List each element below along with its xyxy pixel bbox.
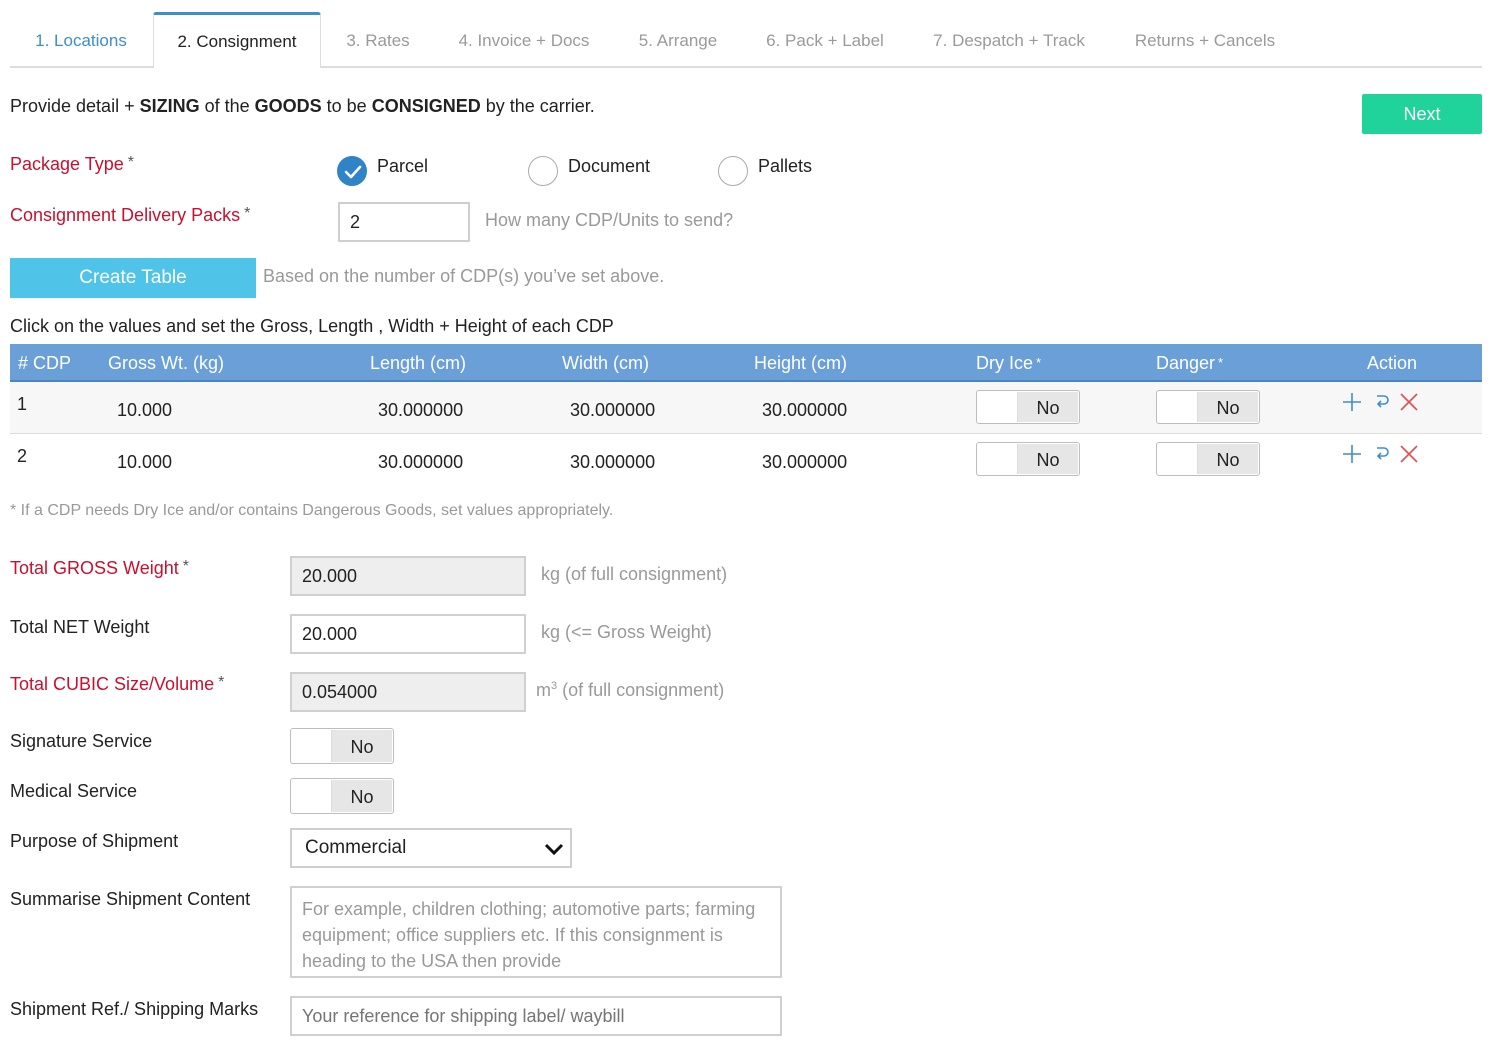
intro-text: Provide detail + SIZING of the GOODS to …	[10, 96, 595, 116]
cdp-number: 1	[17, 394, 28, 414]
next-button[interactable]: Next	[1362, 94, 1482, 134]
shipment-ref-label: Shipment Ref./ Shipping Marks	[10, 999, 259, 1019]
tab-locations[interactable]: 1. Locations	[10, 14, 152, 68]
toggle-value: No	[1198, 444, 1258, 474]
tab-despatch-track[interactable]: 7. Despatch + Track	[908, 14, 1110, 68]
toggle-value: No	[1198, 392, 1258, 422]
chevron-down-icon	[544, 843, 564, 856]
total-net-input[interactable]	[290, 614, 526, 654]
radio-parcel[interactable]	[337, 156, 367, 186]
cdp-label: Consignment Delivery Packs *	[10, 205, 251, 225]
gross-cell[interactable]: 10.000	[117, 400, 172, 421]
tab-arrange[interactable]: 5. Arrange	[614, 14, 742, 68]
cdp-hint: How many CDP/Units to send?	[485, 210, 734, 230]
col-width: Width (cm)	[562, 353, 649, 373]
toggle-value: No	[332, 730, 392, 762]
check-icon	[344, 165, 362, 179]
table-note: * If a CDP needs Dry Ice and/or contains…	[10, 502, 614, 519]
toggle-value: No	[1018, 392, 1078, 422]
purpose-label: Purpose of Shipment	[10, 831, 179, 851]
radio-parcel-label: Parcel	[377, 156, 429, 176]
height-cell[interactable]: 30.000000	[762, 452, 847, 473]
toggle-knob	[978, 444, 1018, 474]
col-danger: Danger *	[1156, 353, 1224, 373]
col-dry-ice: Dry Ice *	[976, 353, 1042, 373]
create-table-button[interactable]: Create Table	[10, 258, 256, 298]
toggle-value: No	[332, 780, 392, 812]
width-cell[interactable]: 30.000000	[570, 452, 655, 473]
radio-document[interactable]	[528, 156, 558, 186]
gross-cell[interactable]: 10.000	[117, 452, 172, 473]
toggle-knob	[292, 780, 332, 812]
toggle-knob	[978, 392, 1018, 422]
cdp-table-header: # CDP Gross Wt. (kg) Length (cm) Width (…	[10, 344, 1482, 382]
undo-icon[interactable]	[1372, 444, 1392, 464]
create-table-hint: Based on the number of CDP(s) you’ve set…	[263, 266, 665, 286]
undo-icon[interactable]	[1372, 392, 1392, 412]
total-net-hint: kg (<= Gross Weight)	[541, 622, 712, 642]
danger-toggle[interactable]: No	[1156, 442, 1260, 476]
summary-label: Summarise Shipment Content	[10, 889, 251, 909]
total-cubic-label: Total CUBIC Size/Volume *	[10, 674, 225, 694]
toggle-knob	[1158, 392, 1198, 422]
total-net-label: Total NET Weight	[10, 617, 150, 637]
tab-returns-cancels[interactable]: Returns + Cancels	[1110, 14, 1300, 68]
shipment-ref-input[interactable]	[290, 996, 782, 1036]
radio-pallets-label: Pallets	[758, 156, 813, 176]
length-cell[interactable]: 30.000000	[378, 452, 463, 473]
tab-invoice-docs[interactable]: 4. Invoice + Docs	[434, 14, 614, 68]
total-cubic-input	[290, 672, 526, 712]
tab-consignment[interactable]: 2. Consignment	[153, 12, 321, 68]
width-cell[interactable]: 30.000000	[570, 400, 655, 421]
tab-pack-label[interactable]: 6. Pack + Label	[742, 14, 908, 68]
signature-label: Signature Service	[10, 731, 153, 751]
purpose-value: Commercial	[305, 837, 407, 858]
dry-ice-toggle[interactable]: No	[976, 442, 1080, 476]
signature-toggle[interactable]: No	[290, 728, 394, 764]
radio-pallets[interactable]	[718, 156, 748, 186]
col-gross: Gross Wt. (kg)	[108, 353, 224, 373]
table-row: 1 10.000 30.000000 30.000000 30.000000 N…	[10, 382, 1482, 434]
radio-document-label: Document	[568, 156, 651, 176]
total-gross-label: Total GROSS Weight *	[10, 558, 189, 578]
add-icon[interactable]	[1342, 444, 1362, 464]
table-instruction: Click on the values and set the Gross, L…	[10, 316, 614, 336]
toggle-value: No	[1018, 444, 1078, 474]
tab-rates[interactable]: 3. Rates	[322, 14, 434, 68]
total-cubic-hint: m3 (of full consignment)	[536, 680, 725, 700]
dry-ice-toggle[interactable]: No	[976, 390, 1080, 424]
col-cdp: # CDP	[18, 353, 72, 373]
table-row: 2 10.000 30.000000 30.000000 30.000000 N…	[10, 434, 1482, 486]
delete-icon[interactable]	[1399, 444, 1419, 464]
delete-icon[interactable]	[1399, 392, 1419, 412]
total-gross-input	[290, 556, 526, 596]
col-action: Action	[1367, 353, 1418, 373]
toggle-knob	[292, 730, 332, 762]
danger-toggle[interactable]: No	[1156, 390, 1260, 424]
toggle-knob	[1158, 444, 1198, 474]
col-height: Height (cm)	[754, 353, 848, 373]
length-cell[interactable]: 30.000000	[378, 400, 463, 421]
add-icon[interactable]	[1342, 392, 1362, 412]
height-cell[interactable]: 30.000000	[762, 400, 847, 421]
medical-label: Medical Service	[10, 781, 138, 801]
medical-toggle[interactable]: No	[290, 778, 394, 814]
total-gross-hint: kg (of full consignment)	[541, 564, 728, 584]
purpose-select[interactable]: Commercial	[290, 828, 572, 868]
col-length: Length (cm)	[370, 353, 467, 373]
summary-textarea[interactable]: For example, children clothing; automoti…	[290, 886, 782, 978]
package-type-label: Package Type *	[10, 154, 134, 174]
cdp-number: 2	[17, 446, 28, 466]
cdp-count-input[interactable]	[338, 202, 470, 242]
